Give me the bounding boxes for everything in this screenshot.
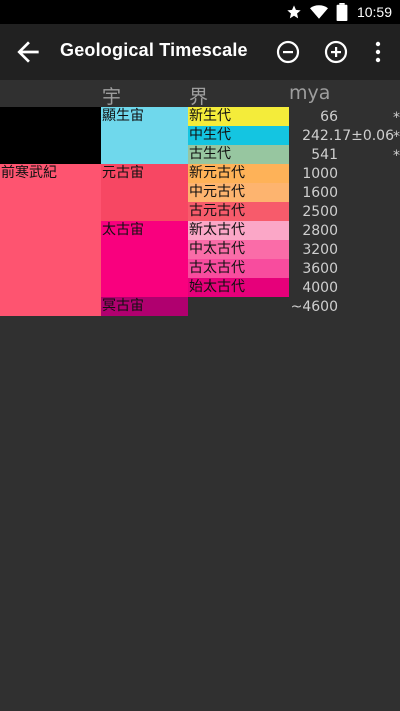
eon-proterozoic[interactable]: 元古宙	[101, 164, 188, 221]
star-icon	[287, 5, 301, 19]
mya-value: 242.17±0.06	[302, 128, 394, 144]
uncertainty-marker: *	[393, 148, 400, 164]
supereon-precambrian[interactable]: 前寒武紀	[0, 164, 101, 316]
era-paleozoic[interactable]: 古生代	[188, 145, 289, 164]
wifi-icon	[310, 5, 328, 19]
header-era: 界	[189, 86, 209, 108]
uncertainty-marker: *	[393, 110, 400, 126]
zoom-out-icon[interactable]	[274, 38, 302, 66]
status-bar: 10:59	[0, 0, 400, 24]
mya-value: 66	[320, 109, 338, 125]
mya-value: ~4600	[290, 299, 338, 315]
status-time: 10:59	[356, 4, 392, 20]
era-paleoarchean[interactable]: 古太古代	[188, 259, 289, 278]
eon-phanerozoic[interactable]: 顯生宙	[101, 107, 188, 164]
mya-value: 541	[311, 147, 338, 163]
mya-value: 1600	[302, 185, 338, 201]
era-mesoarchean[interactable]: 中太古代	[188, 240, 289, 259]
zoom-in-icon[interactable]	[322, 38, 350, 66]
supereon-phanerozoic[interactable]	[0, 107, 101, 164]
app-bar: Geological Timescale	[0, 24, 400, 80]
era-cenozoic[interactable]: 新生代	[188, 107, 289, 126]
era-neoproterozoic[interactable]: 新元古代	[188, 164, 289, 183]
era-neoarchean[interactable]: 新太古代	[188, 221, 289, 240]
uncertainty-marker: *	[393, 129, 400, 145]
era-mesozoic[interactable]: 中生代	[188, 126, 289, 145]
era-eoarchean[interactable]: 始太古代	[188, 278, 289, 297]
status-icons	[286, 3, 348, 21]
era-paleoproterozoic[interactable]: 古元古代	[188, 202, 289, 221]
overflow-menu-icon[interactable]	[366, 38, 390, 66]
page-title: Geological Timescale	[60, 40, 248, 60]
era-mesoproterozoic[interactable]: 中元古代	[188, 183, 289, 202]
header-eon: 宇	[102, 86, 122, 108]
eon-hadean[interactable]: 冥古宙	[101, 297, 188, 316]
header-mya: mya	[289, 82, 331, 104]
mya-value: 2800	[302, 223, 338, 239]
eon-archean[interactable]: 太古宙	[101, 221, 188, 297]
mya-value: 2500	[302, 204, 338, 220]
mya-value: 1000	[302, 166, 338, 182]
mya-value: 3600	[302, 261, 338, 277]
mya-value: 3200	[302, 242, 338, 258]
back-arrow-icon[interactable]	[12, 36, 44, 68]
mya-value: 4000	[302, 280, 338, 296]
battery-icon	[336, 3, 348, 21]
